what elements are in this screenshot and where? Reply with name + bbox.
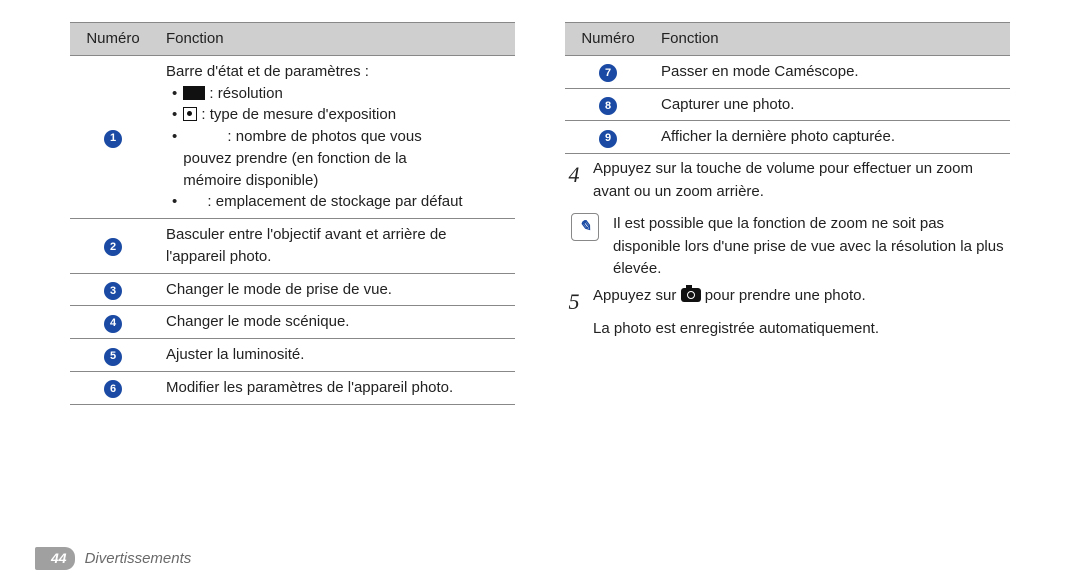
two-columns: Numéro Fonction 1 Barre d'état et de par…: [70, 22, 1010, 405]
row-function-cell: Changer le mode scénique.: [156, 306, 515, 339]
left-column: Numéro Fonction 1 Barre d'état et de par…: [70, 22, 515, 405]
number-badge-3: 3: [104, 282, 122, 300]
table-row: 3 Changer le mode de prise de vue.: [70, 273, 515, 306]
table-row: 2 Basculer entre l'objectif avant et arr…: [70, 219, 515, 274]
step-4: 4 Appuyez sur la touche de volume pour e…: [565, 158, 1010, 203]
step-number: 5: [565, 285, 583, 318]
section-name: Divertissements: [85, 550, 192, 567]
bullet-resolution: • : résolution: [172, 83, 505, 105]
step-number: 4: [565, 158, 583, 203]
table-row: 4 Changer le mode scénique.: [70, 306, 515, 339]
table-row: 1 Barre d'état et de paramètres : • : ré…: [70, 55, 515, 218]
row-function-cell: Afficher la dernière photo capturée.: [651, 121, 1010, 154]
number-badge-7: 7: [599, 64, 617, 82]
note-text: Il est possible que la fonction de zoom …: [613, 213, 1010, 281]
bullet-metering: • : type de mesure d'exposition: [172, 104, 505, 126]
table-row: 6 Modifier les paramètres de l'appareil …: [70, 371, 515, 404]
number-badge-1: 1: [104, 130, 122, 148]
number-badge-6: 6: [104, 380, 122, 398]
step-text: Appuyez sur pour prendre une photo.: [593, 285, 1010, 318]
manual-page: Numéro Fonction 1 Barre d'état et de par…: [0, 0, 1080, 586]
metering-icon: [183, 107, 197, 121]
note-block: ✎ Il est possible que la fonction de zoo…: [571, 213, 1010, 281]
table-header-row: Numéro Fonction: [565, 23, 1010, 56]
row-function-cell: Modifier les paramètres de l'appareil ph…: [156, 371, 515, 404]
row-number-cell: 1: [70, 55, 156, 218]
left-table: Numéro Fonction 1 Barre d'état et de par…: [70, 22, 515, 405]
table-row: 7 Passer en mode Caméscope.: [565, 55, 1010, 88]
camera-icon: [681, 288, 701, 302]
page-footer: 44 Divertissements: [35, 547, 191, 570]
header-numero: Numéro: [70, 23, 156, 56]
number-badge-5: 5: [104, 348, 122, 366]
step-text: Appuyez sur la touche de volume pour eff…: [593, 158, 1010, 203]
row-function-cell: Changer le mode de prise de vue.: [156, 273, 515, 306]
table-row: 5 Ajuster la luminosité.: [70, 339, 515, 372]
bullet-storage: • : emplacement de stockage par défaut: [172, 191, 505, 213]
table-row: 9 Afficher la dernière photo capturée.: [565, 121, 1010, 154]
number-badge-4: 4: [104, 315, 122, 333]
resolution-icon: [183, 86, 205, 100]
row-function-cell: Basculer entre l'objectif avant et arriè…: [156, 219, 515, 274]
row-function-cell: Capturer une photo.: [651, 88, 1010, 121]
table-row: 8 Capturer une photo.: [565, 88, 1010, 121]
number-badge-2: 2: [104, 238, 122, 256]
step-5: 5 Appuyez sur pour prendre une photo.: [565, 285, 1010, 318]
right-column: Numéro Fonction 7 Passer en mode Camésco…: [565, 22, 1010, 405]
page-number: 44: [35, 547, 75, 570]
number-badge-9: 9: [599, 130, 617, 148]
right-table: Numéro Fonction 7 Passer en mode Camésco…: [565, 22, 1010, 154]
header-numero: Numéro: [565, 23, 651, 56]
step-5-line2: La photo est enregistrée automatiquement…: [593, 320, 1010, 337]
bullet-photo-count: • : nombre de photos que vous pouvez pre…: [172, 126, 505, 191]
number-badge-8: 8: [599, 97, 617, 115]
row-function-cell: Barre d'état et de paramètres : • : réso…: [156, 55, 515, 218]
status-bar-title: Barre d'état et de paramètres :: [166, 61, 505, 83]
note-icon: ✎: [571, 213, 599, 241]
header-fonction: Fonction: [156, 23, 515, 56]
row-function-cell: Ajuster la luminosité.: [156, 339, 515, 372]
row-function-cell: Passer en mode Caméscope.: [651, 55, 1010, 88]
header-fonction: Fonction: [651, 23, 1010, 56]
table-header-row: Numéro Fonction: [70, 23, 515, 56]
